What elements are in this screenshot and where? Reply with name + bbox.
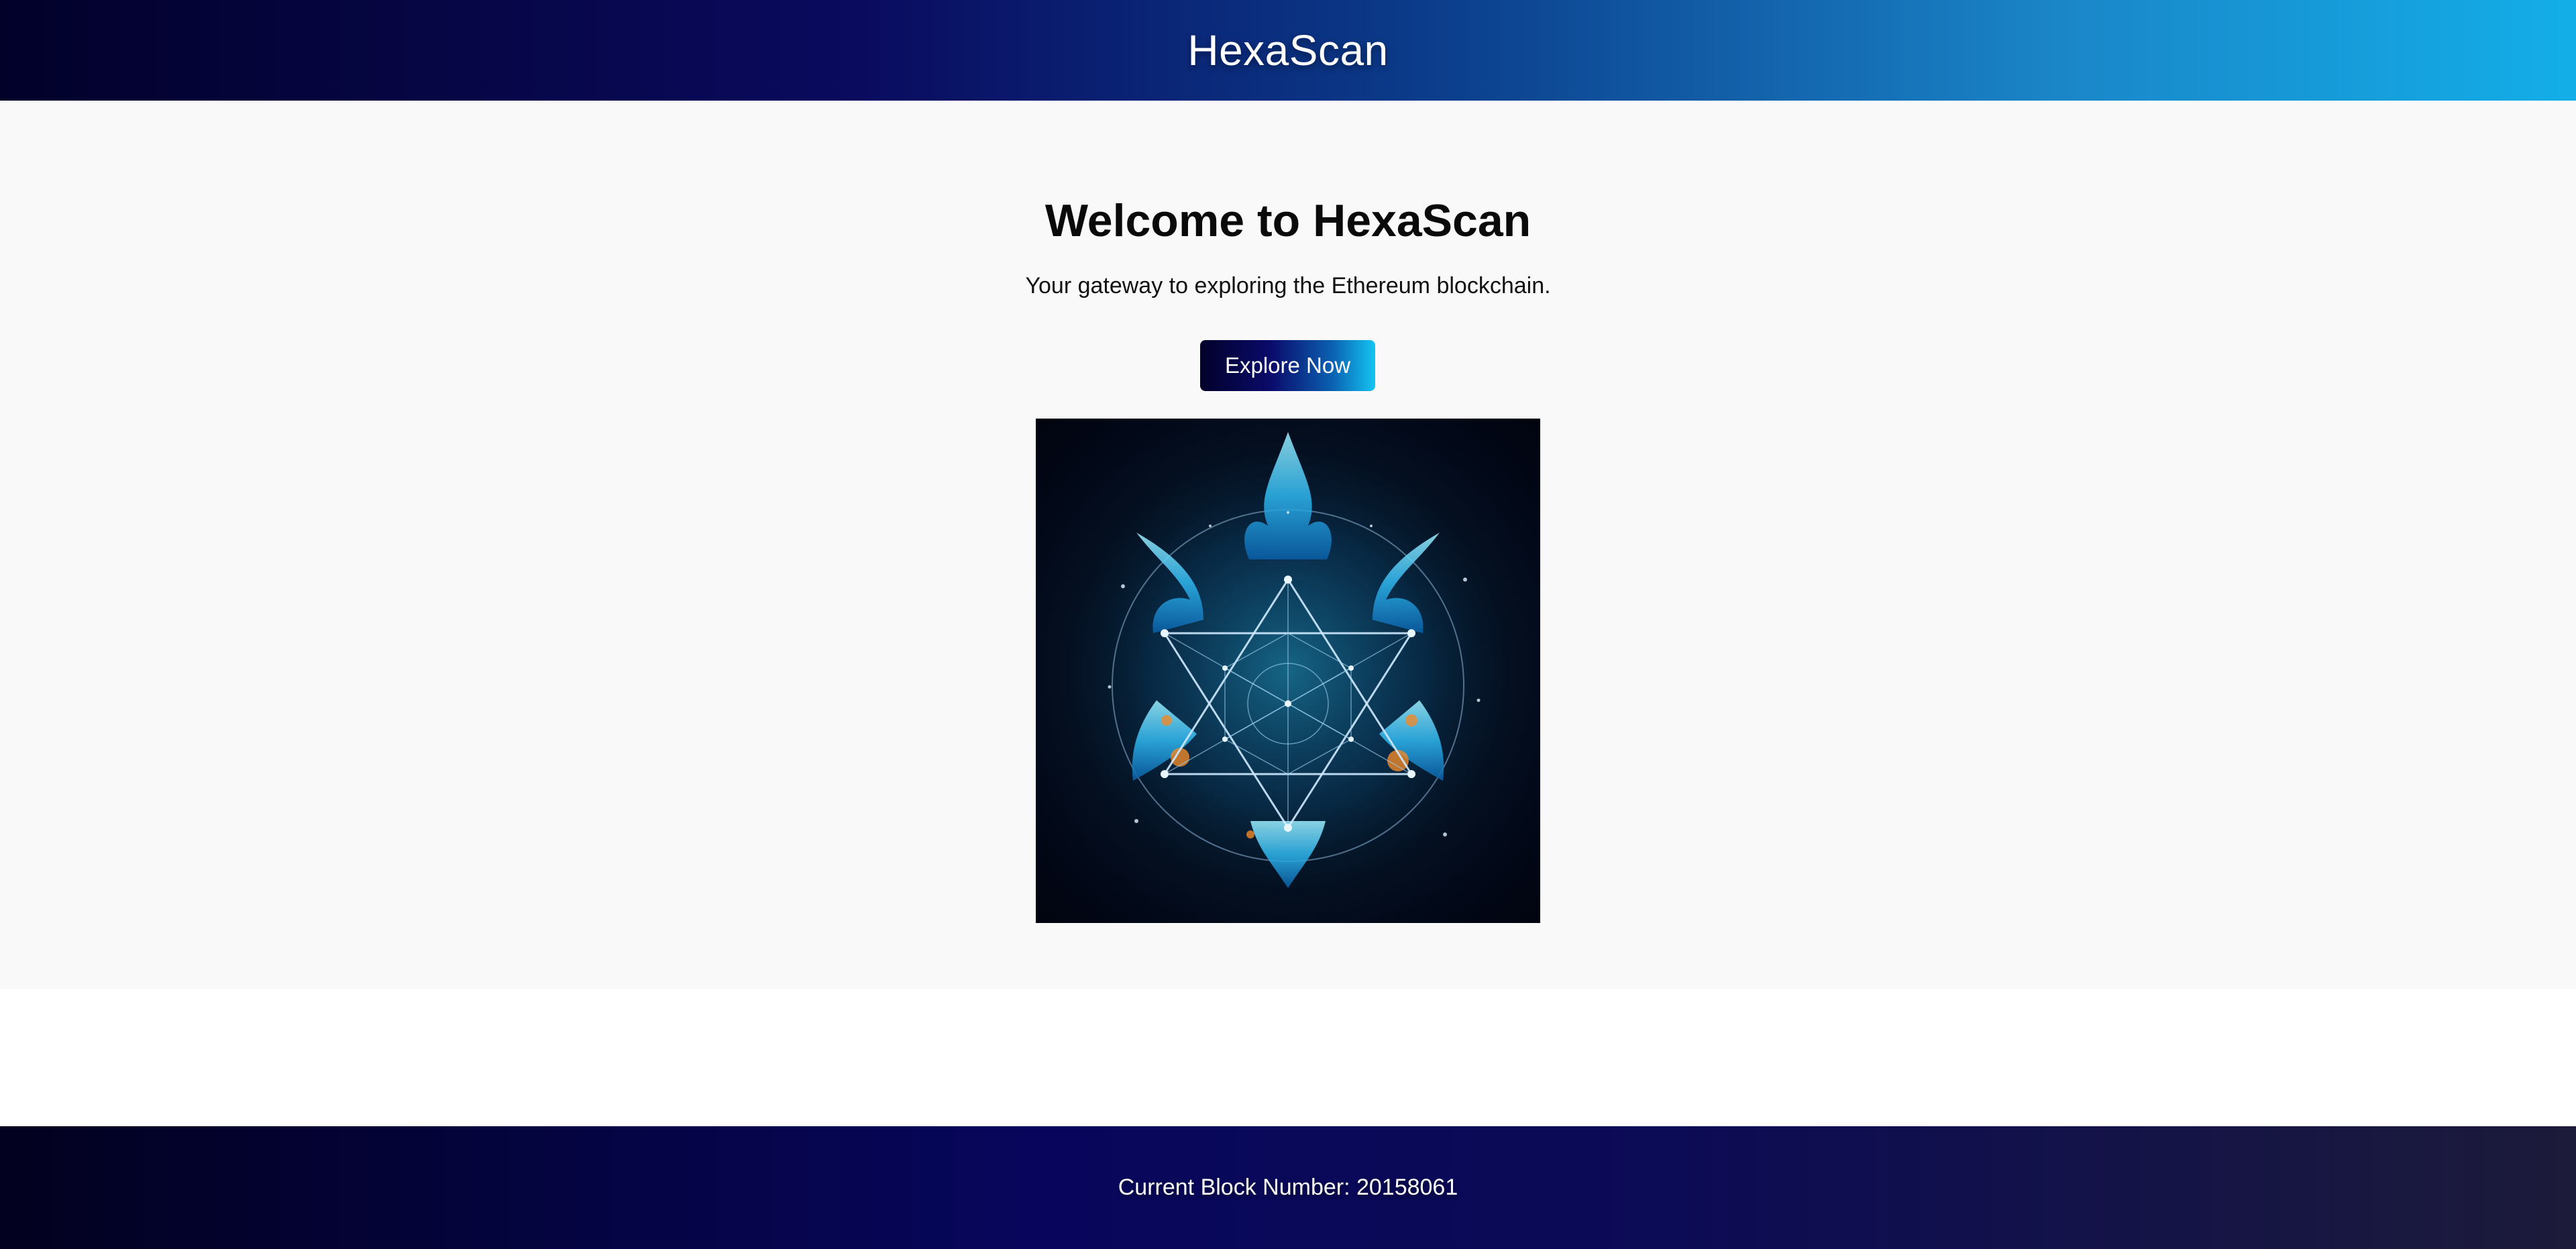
- page-title: Welcome to HexaScan: [1044, 195, 1532, 246]
- explore-now-button[interactable]: Explore Now: [1200, 340, 1375, 391]
- hexagram-flame-image: [1036, 419, 1540, 923]
- hero-subtitle: Your gateway to exploring the Ethereum b…: [1025, 273, 1551, 298]
- hero-section: Welcome to HexaScan Your gateway to expl…: [0, 101, 2576, 989]
- top-header: HexaScan: [0, 0, 2576, 101]
- bottom-footer: Current Block Number: 20158061: [0, 1126, 2576, 1249]
- hexagram-flame-graphic: [1036, 419, 1540, 923]
- current-block-number: Current Block Number: 20158061: [1118, 1175, 1458, 1200]
- site-title: HexaScan: [1187, 26, 1389, 74]
